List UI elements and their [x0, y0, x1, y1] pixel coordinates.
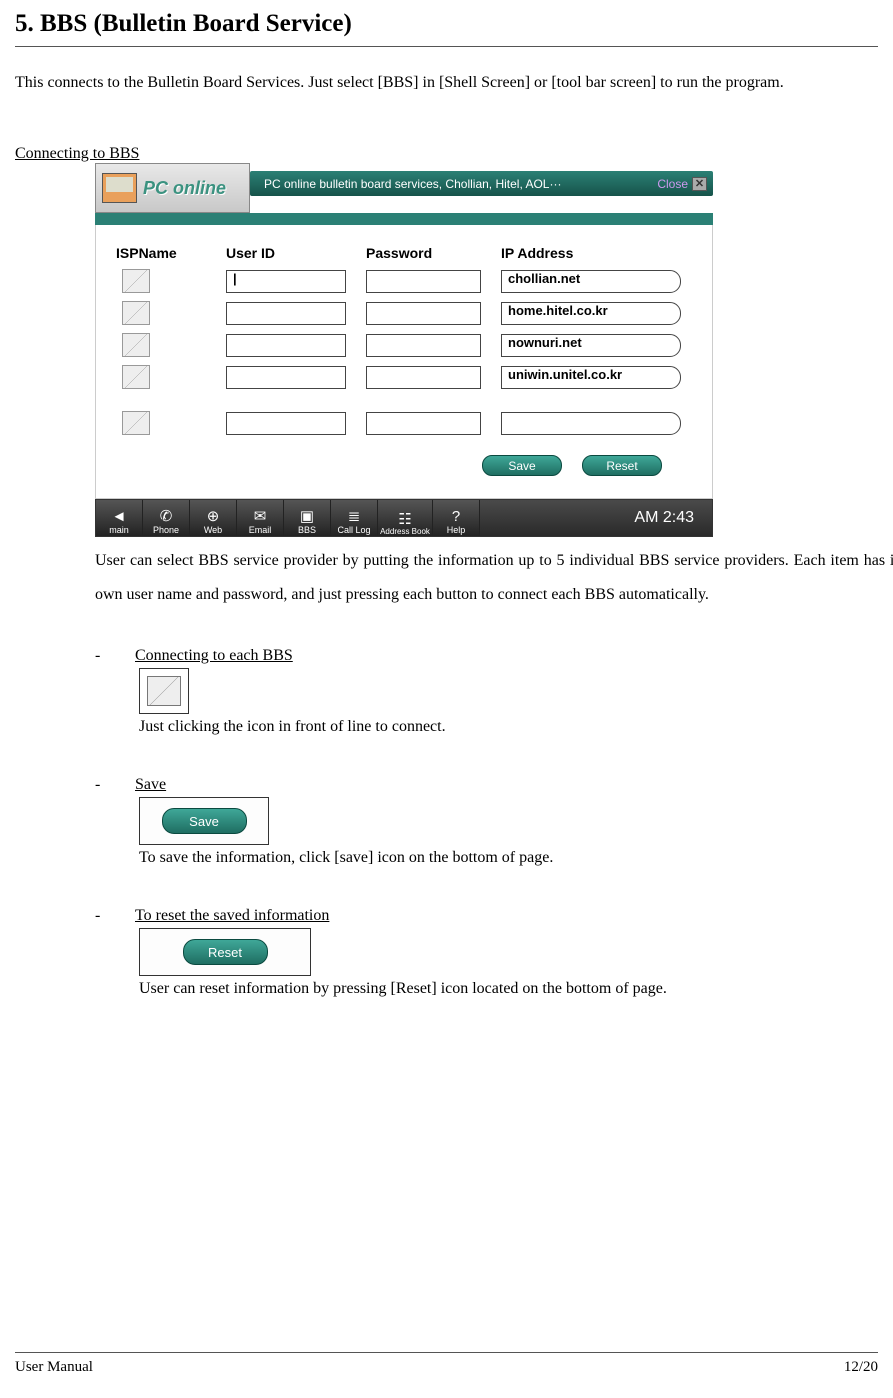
- userid-input[interactable]: [226, 366, 346, 389]
- ipaddress-input[interactable]: uniwin.unitel.co.kr: [501, 366, 681, 389]
- connect-icon[interactable]: [122, 365, 150, 389]
- userid-input[interactable]: |: [226, 270, 346, 293]
- header-password: Password: [366, 245, 501, 261]
- bbs-row: home.hitel.co.kr: [116, 301, 692, 325]
- button-row: Save Reset: [116, 443, 692, 488]
- password-input[interactable]: [366, 412, 481, 435]
- toolbar-label: main: [109, 525, 129, 535]
- connect-icon[interactable]: [122, 411, 150, 435]
- toolbar-bbs[interactable]: ▣ BBS: [284, 500, 331, 536]
- bullet-connecting: - Connecting to each BBS Just clicking t…: [95, 647, 878, 736]
- toolbar-addressbook[interactable]: ☷ Address Book: [378, 500, 433, 536]
- calllog-icon: ≣: [348, 509, 361, 524]
- subtitle-text: PC online bulletin board services, Choll…: [264, 177, 561, 191]
- bullet-label: Save: [135, 776, 166, 794]
- toolbar-web[interactable]: ⊕ Web: [190, 500, 237, 536]
- connect-icon[interactable]: [122, 269, 150, 293]
- page-footer: User Manual 12/20: [15, 1352, 878, 1376]
- toolbar-label: Email: [249, 525, 272, 535]
- reset-button-figure: Reset: [139, 928, 311, 976]
- userid-input[interactable]: [226, 412, 346, 435]
- phone-icon: ✆: [160, 509, 173, 524]
- bbs-row: [116, 411, 692, 435]
- connect-icon[interactable]: [122, 301, 150, 325]
- save-button: Save: [162, 808, 247, 834]
- toolbar-clock: AM 2:43: [480, 500, 712, 536]
- password-input[interactable]: [366, 270, 481, 293]
- section-title: 5. BBS (Bulletin Board Service): [15, 10, 878, 47]
- bbs-icon: ▣: [300, 509, 314, 524]
- ipaddress-input[interactable]: [501, 412, 681, 435]
- addressbook-icon: ☷: [398, 512, 411, 527]
- header-strip: [95, 213, 713, 225]
- bullet-reset: - To reset the saved information Reset U…: [95, 907, 878, 998]
- bbs-row: nownuri.net: [116, 333, 692, 357]
- help-icon: ?: [452, 509, 460, 524]
- bullet-text: User can reset information by pressing […: [139, 980, 878, 998]
- toolbar-label: BBS: [298, 525, 316, 535]
- intro-text: This connects to the Bulletin Board Serv…: [15, 65, 878, 100]
- column-headers: ISPName User ID Password IP Address: [116, 245, 692, 261]
- logo-box: PC online: [95, 163, 250, 213]
- toolbar-label: Call Log: [337, 525, 370, 535]
- bullet-dash: -: [95, 907, 107, 925]
- toolbar-label: Phone: [153, 525, 179, 535]
- close-button[interactable]: Close ✕: [657, 177, 707, 191]
- userid-input[interactable]: [226, 302, 346, 325]
- ipaddress-input[interactable]: chollian.net: [501, 270, 681, 293]
- app-window: PC online PC online bulletin board servi…: [95, 163, 713, 537]
- userid-input[interactable]: [226, 334, 346, 357]
- footer-right: 12/20: [844, 1359, 878, 1376]
- toolbar-calllog[interactable]: ≣ Call Log: [331, 500, 378, 536]
- bullet-text: Just clicking the icon in front of line …: [139, 718, 878, 736]
- close-label: Close: [657, 177, 688, 191]
- password-input[interactable]: [366, 366, 481, 389]
- toolbar-label: Address Book: [380, 528, 430, 535]
- main-icon: ◄: [112, 509, 127, 524]
- web-icon: ⊕: [207, 509, 220, 524]
- app-header: PC online PC online bulletin board servi…: [95, 163, 713, 213]
- toolbar-label: Help: [447, 525, 466, 535]
- header-ipaddress: IP Address: [501, 245, 692, 261]
- bullet-save: - Save Save To save the information, cli…: [95, 776, 878, 867]
- form-area: ISPName User ID Password IP Address | ch…: [95, 225, 713, 499]
- ipaddress-input[interactable]: nownuri.net: [501, 334, 681, 357]
- toolbar-help[interactable]: ? Help: [433, 500, 480, 536]
- toolbar-email[interactable]: ✉ Email: [237, 500, 284, 536]
- ipaddress-input[interactable]: home.hitel.co.kr: [501, 302, 681, 325]
- password-input[interactable]: [366, 334, 481, 357]
- save-button[interactable]: Save: [482, 455, 562, 476]
- connect-icon: [147, 676, 181, 706]
- bullet-label: Connecting to each BBS: [135, 647, 293, 665]
- footer-left: User Manual: [15, 1359, 93, 1376]
- close-icon[interactable]: ✕: [692, 177, 707, 191]
- reset-button[interactable]: Reset: [582, 455, 662, 476]
- header-userid: User ID: [226, 245, 366, 261]
- bullet-label: To reset the saved information: [135, 907, 329, 925]
- bbs-row: uniwin.unitel.co.kr: [116, 365, 692, 389]
- connect-icon-figure: [139, 668, 189, 714]
- bullet-text: To save the information, click [save] ic…: [139, 849, 878, 867]
- reset-button: Reset: [183, 939, 268, 965]
- toolbar-main[interactable]: ◄ main: [96, 500, 143, 536]
- logo-text: PC online: [143, 178, 226, 199]
- password-input[interactable]: [366, 302, 481, 325]
- monitor-icon: [102, 173, 137, 203]
- description-text: User can select BBS service provider by …: [95, 544, 893, 611]
- bbs-row: | chollian.net: [116, 269, 692, 293]
- subtitle-bar: PC online bulletin board services, Choll…: [250, 171, 713, 196]
- toolbar-phone[interactable]: ✆ Phone: [143, 500, 190, 536]
- bullet-dash: -: [95, 776, 107, 794]
- subsection-title: Connecting to BBS: [15, 145, 878, 163]
- toolbar: ◄ main ✆ Phone ⊕ Web ✉ Email ▣ BBS ≣ Cal…: [95, 499, 713, 537]
- connect-icon[interactable]: [122, 333, 150, 357]
- email-icon: ✉: [254, 509, 267, 524]
- bullet-dash: -: [95, 647, 107, 665]
- header-isp: ISPName: [116, 245, 226, 261]
- toolbar-label: Web: [204, 525, 222, 535]
- save-button-figure: Save: [139, 797, 269, 845]
